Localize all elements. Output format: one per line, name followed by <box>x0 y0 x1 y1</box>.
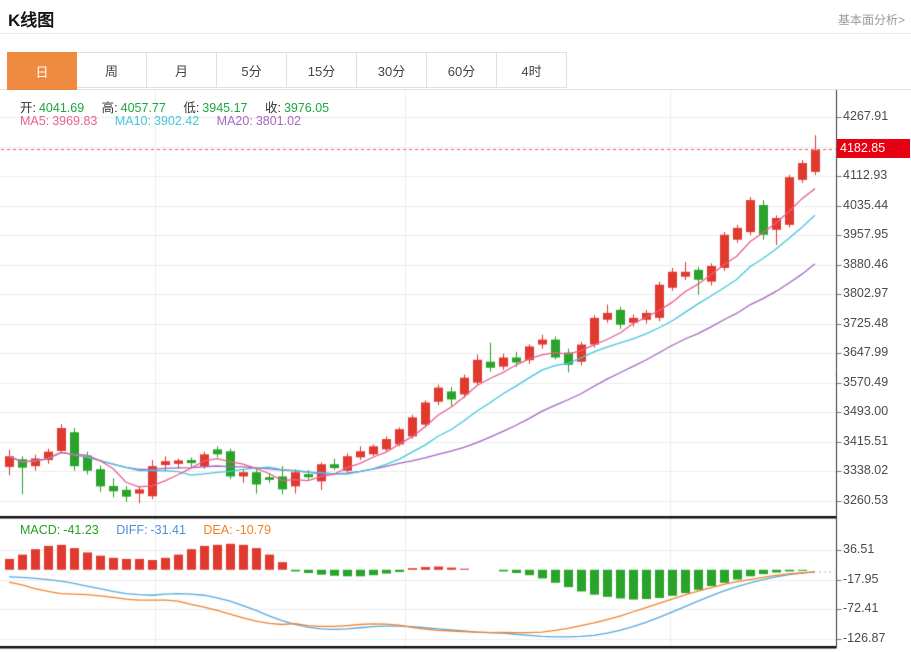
tab-日[interactable]: 日 <box>7 52 77 90</box>
ma20-value: 3801.02 <box>256 114 301 128</box>
y-axis-label: 3570.49 <box>843 375 888 389</box>
y-axis-label: 3880.46 <box>843 257 888 271</box>
y-axis-label: 3802.97 <box>843 286 888 300</box>
y-axis-label: -126.87 <box>843 631 885 645</box>
kline-macd-chart-canvas[interactable] <box>0 90 911 652</box>
high-value: 4057.77 <box>121 101 166 115</box>
dea-label: DEA: <box>203 523 232 537</box>
ma5-label: MA5: <box>20 114 49 128</box>
y-axis-label: 3493.00 <box>843 404 888 418</box>
macd-readout: MACD:-41.23 DIFF:-31.41 DEA: -10.79 <box>20 523 274 537</box>
tab-15分[interactable]: 15分 <box>287 52 357 88</box>
fundamental-analysis-link[interactable]: 基本面分析> <box>838 11 905 28</box>
tab-5分[interactable]: 5分 <box>217 52 287 88</box>
diff-label: DIFF: <box>116 523 147 537</box>
tab-30分[interactable]: 30分 <box>357 52 427 88</box>
ma10-value: 3902.42 <box>154 114 199 128</box>
kline-page: { "header": { "title": "K线图", "link": "基… <box>0 0 911 652</box>
y-axis-label: 3260.53 <box>843 493 888 507</box>
close-value: 3976.05 <box>284 101 329 115</box>
y-axis-label: -72.41 <box>843 601 878 615</box>
ma10-label: MA10: <box>115 114 151 128</box>
low-label: 低: <box>183 101 199 115</box>
macd-label: MACD: <box>20 523 60 537</box>
y-axis-label: 3338.02 <box>843 463 888 477</box>
high-label: 高: <box>102 101 118 115</box>
close-label: 收: <box>265 101 281 115</box>
tab-周[interactable]: 周 <box>77 52 147 88</box>
current-price-badge: 4182.85 <box>837 139 910 158</box>
y-axis-label: -17.95 <box>843 572 878 586</box>
y-axis-label: 3415.51 <box>843 434 888 448</box>
y-axis-label: 3725.48 <box>843 316 888 330</box>
tab-bar: 日周月5分15分30分60分4时 <box>7 52 567 90</box>
open-value: 4041.69 <box>39 101 84 115</box>
page-title: K线图 <box>8 6 54 31</box>
y-axis-label: 4035.44 <box>843 198 888 212</box>
ma20-label: MA20: <box>217 114 253 128</box>
open-label: 开: <box>20 101 36 115</box>
low-value: 3945.17 <box>202 101 247 115</box>
tab-月[interactable]: 月 <box>147 52 217 88</box>
tab-60分[interactable]: 60分 <box>427 52 497 88</box>
macd-value: -41.23 <box>63 523 98 537</box>
diff-value: -31.41 <box>150 523 185 537</box>
y-axis-label: 3647.99 <box>843 345 888 359</box>
y-axis-label: 36.51 <box>843 542 874 556</box>
y-axis-label: 4267.91 <box>843 109 888 123</box>
tab-4时[interactable]: 4时 <box>497 52 567 88</box>
y-axis-label: 3957.95 <box>843 227 888 241</box>
title-divider <box>0 33 911 34</box>
ma-readout: MA5:3969.83 MA10:3902.42 MA20:3801.02 <box>20 114 304 128</box>
dea-value: -10.79 <box>236 523 271 537</box>
ma5-value: 3969.83 <box>52 114 97 128</box>
y-axis-label: 4112.93 <box>843 168 887 182</box>
